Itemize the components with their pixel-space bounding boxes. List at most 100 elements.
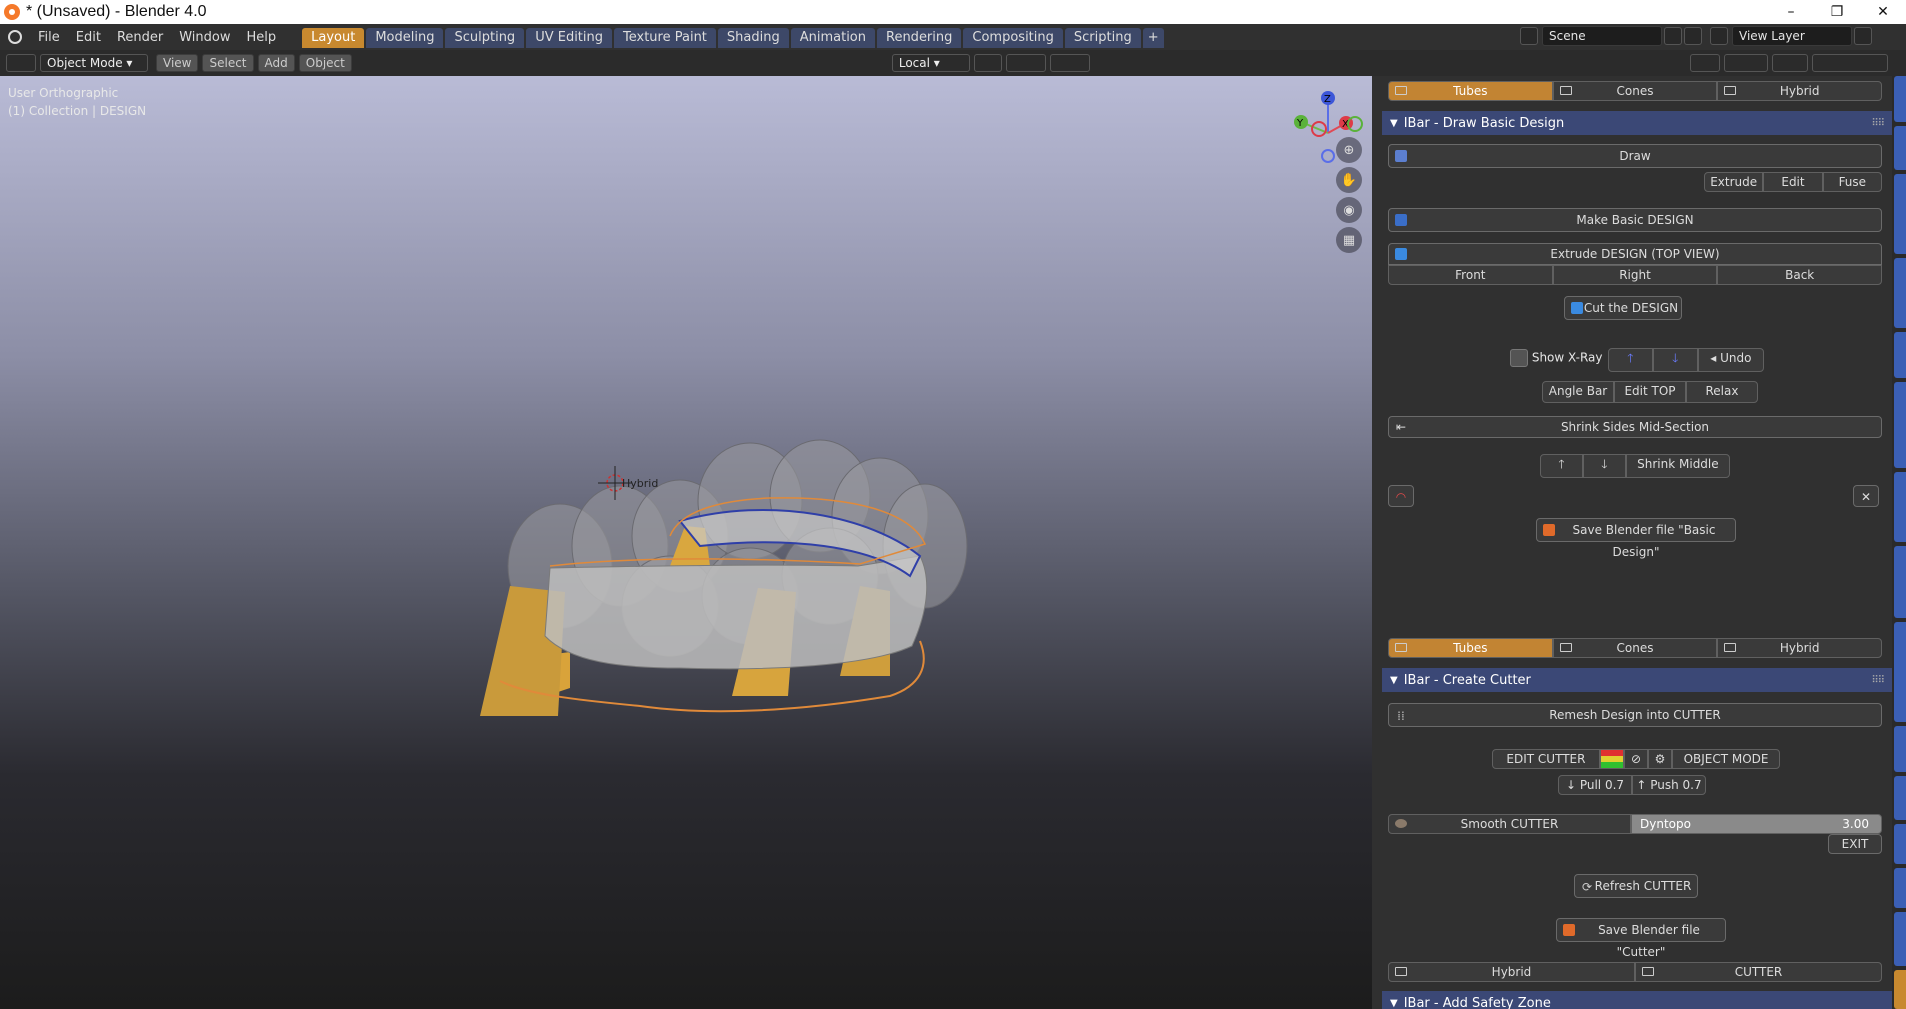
navigation-gizmo[interactable]: Z Y X [1283, 88, 1372, 178]
cutter-color-icon[interactable] [1599, 749, 1624, 769]
remesh-button[interactable]: ⁞⁞ Remesh Design into CUTTER [1388, 703, 1882, 727]
vtab-14[interactable] [1894, 912, 1906, 966]
save-cutter-button[interactable]: Save Blender file "Cutter" [1556, 918, 1726, 959]
pan-hand-icon[interactable]: ✋ [1336, 167, 1362, 193]
arch-icon-button[interactable]: ◠ [1388, 485, 1414, 507]
tab-tubes-mid[interactable]: Tubes [1388, 638, 1553, 658]
tab-layout[interactable]: Layout [302, 28, 365, 48]
blender-menu-icon[interactable] [8, 30, 22, 44]
tab-tubes-top[interactable]: Tubes [1388, 81, 1553, 101]
undo-button[interactable]: ◂ Undo [1697, 348, 1764, 372]
vtab-ibar[interactable] [1894, 970, 1906, 1009]
tab-scripting[interactable]: Scripting [1064, 28, 1141, 48]
push-button[interactable]: ↑ Push 0.7 [1632, 775, 1706, 795]
shading-mode-icons[interactable] [1811, 54, 1888, 72]
make-basic-design-button[interactable]: Make Basic DESIGN [1388, 208, 1882, 232]
mode-dropdown[interactable]: Object Mode ▾ [40, 54, 148, 72]
tab-uv-editing[interactable]: UV Editing [526, 28, 613, 48]
dyntopo-slider[interactable]: Dyntopo 3.00 [1631, 814, 1882, 834]
vtab-4[interactable] [1894, 258, 1906, 328]
remove-button[interactable]: ✕ [1853, 485, 1879, 507]
xray-checkbox[interactable] [1510, 349, 1528, 367]
move-up-button[interactable]: 🡑 [1608, 348, 1653, 372]
scene-name-field[interactable]: Scene [1542, 26, 1662, 46]
extrude-design-button[interactable]: Extrude DESIGN (TOP VIEW) [1388, 243, 1882, 265]
tab-cones-top[interactable]: Cones [1552, 81, 1718, 101]
minimize-button[interactable]: – [1768, 0, 1814, 24]
menu-render[interactable]: Render [109, 30, 171, 45]
overlay-toggle-icon[interactable] [1771, 54, 1808, 72]
cut-design-button[interactable]: Cut the DESIGN [1564, 296, 1682, 320]
vtab-10[interactable] [1894, 726, 1906, 772]
proportional-edit-icon[interactable] [1049, 54, 1090, 72]
angle-bar-button[interactable]: Angle Bar [1542, 381, 1614, 403]
menu-help[interactable]: Help [239, 30, 285, 45]
smooth-cutter-button[interactable]: Smooth CUTTER [1388, 814, 1631, 834]
create-cutter-header[interactable]: ▼ IBar - Create Cutter ⠿⠿ [1382, 668, 1892, 692]
visibility-icon[interactable] [1689, 54, 1720, 72]
right-button[interactable]: Right [1552, 265, 1718, 285]
front-button[interactable]: Front [1388, 265, 1553, 285]
snap-icon[interactable] [1005, 54, 1046, 72]
tab-texture-paint[interactable]: Texture Paint [614, 28, 716, 48]
refresh-cutter-button[interactable]: ⟳ Refresh CUTTER [1574, 874, 1698, 898]
menu-edit[interactable]: Edit [68, 30, 109, 45]
dental-bar-model[interactable]: Hybrid [470, 426, 1010, 726]
tab-sculpting[interactable]: Sculpting [445, 28, 525, 48]
delete-scene-icon[interactable] [1684, 27, 1702, 45]
vtab-2[interactable] [1894, 126, 1906, 170]
cutter-link-icon[interactable]: ⊘ [1623, 749, 1649, 769]
maximize-button[interactable]: ❐ [1814, 0, 1860, 24]
tab-modeling[interactable]: Modeling [366, 28, 444, 48]
relax-button[interactable]: Relax [1686, 381, 1758, 403]
orthographic-toggle-icon[interactable]: ▦ [1336, 227, 1362, 253]
vtab-12[interactable] [1894, 824, 1906, 864]
shrink-middle-button[interactable]: Shrink Middle [1625, 454, 1730, 478]
extrude-button[interactable]: Extrude [1704, 172, 1764, 192]
vtab-8[interactable] [1894, 546, 1906, 618]
object-menu[interactable]: Object [298, 54, 352, 72]
tab-shading[interactable]: Shading [717, 28, 789, 48]
add-workspace-button[interactable]: + [1142, 28, 1164, 48]
edit-top-button[interactable]: Edit TOP [1614, 381, 1686, 403]
view-layer-icon[interactable] [1710, 27, 1728, 45]
cutter-settings-icon[interactable]: ⚙ [1648, 749, 1673, 769]
shrink-sides-button[interactable]: ⇤ Shrink Sides Mid-Section [1388, 416, 1882, 438]
menu-file[interactable]: File [30, 30, 68, 45]
vtab-9[interactable] [1894, 622, 1906, 722]
view-layer-field[interactable]: View Layer [1732, 26, 1852, 46]
vtab-13[interactable] [1894, 868, 1906, 908]
tab-hybrid-mid[interactable]: Hybrid [1717, 638, 1883, 658]
vtab-6[interactable] [1894, 382, 1906, 468]
tab-cones-mid[interactable]: Cones [1552, 638, 1718, 658]
draw-basic-design-header[interactable]: ▼ IBar - Draw Basic Design ⠿⠿ [1382, 111, 1892, 135]
move-down-button[interactable]: 🡓 [1652, 348, 1698, 372]
view-menu[interactable]: View [156, 54, 199, 72]
drag-grip-icon[interactable]: ⠿⠿ [1871, 675, 1885, 686]
menu-window[interactable]: Window [171, 30, 238, 45]
tab-cutter-bottom[interactable]: CUTTER [1635, 962, 1882, 982]
vtab-11[interactable] [1894, 776, 1906, 820]
vtab-3[interactable] [1894, 174, 1906, 254]
vtab-7[interactable] [1894, 472, 1906, 542]
add-menu[interactable]: Add [257, 54, 295, 72]
new-view-layer-icon[interactable] [1854, 27, 1872, 45]
camera-view-icon[interactable]: ◉ [1336, 197, 1362, 223]
pivot-icon[interactable] [973, 54, 1002, 72]
shrink-down-button[interactable]: 🡓 [1582, 454, 1626, 478]
vtab-5[interactable] [1894, 332, 1906, 378]
edit-cutter-button[interactable]: EDIT CUTTER [1492, 749, 1600, 769]
select-menu[interactable]: Select [202, 54, 254, 72]
tab-hybrid-bottom[interactable]: Hybrid [1388, 962, 1635, 982]
tab-rendering[interactable]: Rendering [877, 28, 962, 48]
scene-icon[interactable] [1520, 27, 1538, 45]
save-basic-design-button[interactable]: Save Blender file "Basic Design" [1536, 518, 1736, 559]
transform-orientation-dropdown[interactable]: Local ▾ [891, 54, 970, 72]
vtab-1[interactable] [1894, 76, 1906, 122]
edit-button[interactable]: Edit [1763, 172, 1823, 192]
exit-button[interactable]: EXIT [1828, 834, 1882, 854]
editor-type-icon[interactable] [6, 54, 36, 72]
draw-button[interactable]: Draw [1388, 144, 1882, 168]
drag-grip-icon[interactable]: ⠿⠿ [1871, 118, 1885, 129]
shrink-up-button[interactable]: 🡑 [1540, 454, 1583, 478]
